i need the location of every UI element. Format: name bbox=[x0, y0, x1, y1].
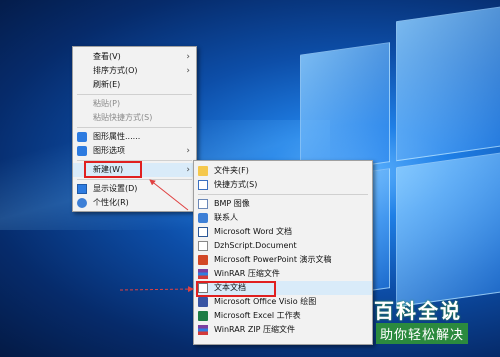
arrow-to-new bbox=[149, 179, 189, 211]
watermark-subtitle: 助你轻松解决 bbox=[376, 323, 469, 344]
watermark-logo: 百科全说 助你轻松解决 bbox=[366, 295, 494, 347]
watermark-title: 百科全说 bbox=[374, 299, 462, 323]
arrow-to-text-document bbox=[119, 286, 194, 293]
